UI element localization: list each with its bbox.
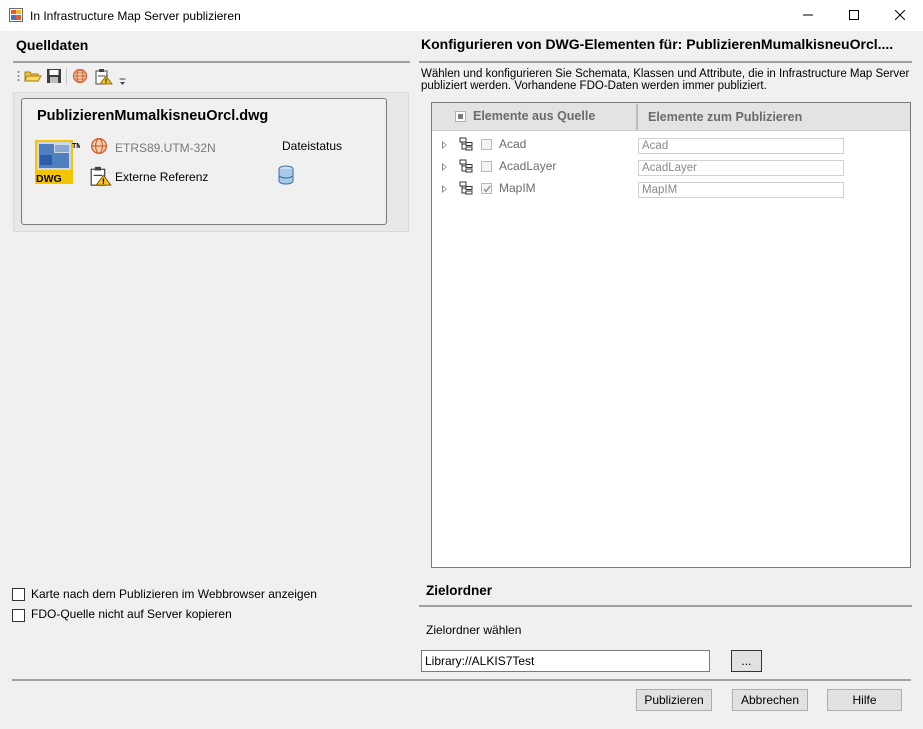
configure-section-divider [419,61,912,63]
help-button[interactable]: Hilfe [827,689,902,711]
maximize-button[interactable] [831,0,877,31]
open-folder-icon[interactable] [24,68,42,87]
cancel-button[interactable]: Abbrechen [732,689,808,711]
overflow-chevron-icon[interactable] [119,75,126,89]
column-header-source[interactable]: Elemente aus Quelle [473,109,595,123]
description-line-1: Wählen und konfigurieren Sie Schemata, K… [421,68,910,80]
coord-system-label: ETRS89.UTM-32N [115,141,216,155]
app-icon [9,8,23,22]
expand-arrow-icon[interactable] [442,163,447,171]
tree-row-label: MapIM [499,181,536,195]
publish-name-field[interactable]: MapIM [638,182,844,198]
configure-section-title: Konfigurieren von DWG-Elementen für: Pub… [421,36,894,52]
dwg-badge-text: DWG [36,173,62,185]
description-line-2: publiziert werden. Vorhandene FDO-Daten … [421,80,767,92]
tree-row-label: Acad [499,137,527,151]
row-checkbox-checked[interactable] [481,183,492,194]
publish-button[interactable]: Publizieren [636,689,712,711]
tree-row-label: AcadLayer [499,159,557,173]
configure-description: Wählen und konfigurieren Sie Schemata, K… [421,68,909,92]
column-header-publish[interactable]: Elemente zum Publizieren [648,110,802,124]
target-section-title: Zielordner [426,583,493,598]
no-copy-fdo-checkbox[interactable] [12,609,25,622]
maximize-icon [849,9,859,23]
footer-divider [12,679,911,681]
reference-warning-icon[interactable] [95,68,113,88]
row-checkbox[interactable] [481,139,492,150]
schema-icon [459,137,473,154]
toolbar-separator [66,68,67,85]
column-separator[interactable] [636,104,638,130]
expand-arrow-icon[interactable] [442,141,447,149]
publish-name-field[interactable]: AcadLayer [638,160,844,176]
expand-arrow-icon[interactable] [442,185,447,193]
source-section-divider [13,61,410,63]
show-in-browser-checkbox[interactable] [12,588,25,601]
svg-text:TM: TM [72,143,80,150]
browse-folder-button[interactable]: ... [731,650,762,672]
schema-icon [459,181,473,198]
source-toolbar [14,66,134,88]
select-all-checkbox[interactable] [455,111,466,122]
coord-globe-icon [90,137,108,158]
tree-row-acadlayer[interactable]: AcadLayer AcadLayer [432,159,910,179]
window-title: In Infrastructure Map Server publizieren [30,9,241,23]
status-label: Dateistatus [282,139,343,153]
close-icon [894,9,906,23]
close-button[interactable] [877,0,923,31]
xref-label: Externe Referenz [115,170,209,184]
tree-row-acad[interactable]: Acad Acad [432,137,910,157]
minimize-button[interactable] [785,0,831,31]
no-copy-fdo-label: FDO-Quelle nicht auf Server kopieren [31,607,232,621]
source-section-title: Quelldaten [16,37,89,53]
minimize-icon [803,9,813,23]
database-status-icon [277,165,295,188]
toolbar-grip [17,69,20,88]
publish-name-field[interactable]: Acad [638,138,844,154]
xref-warning-icon [90,165,112,190]
target-section-divider [419,605,912,607]
schema-icon [459,159,473,176]
save-icon[interactable] [46,68,62,87]
source-filename: PublizierenMumalkisneuOrcl.dwg [37,108,269,124]
target-folder-input[interactable]: Library://ALKIS7Test [421,650,710,672]
row-checkbox[interactable] [481,161,492,172]
tree-row-mapim[interactable]: MapIM MapIM [432,181,910,201]
title-bar: In Infrastructure Map Server publizieren [0,0,923,31]
target-choose-label: Zielordner wählen [426,623,522,637]
show-in-browser-label: Karte nach dem Publizieren im Webbrowser… [31,587,317,601]
globe-icon[interactable] [72,68,88,87]
